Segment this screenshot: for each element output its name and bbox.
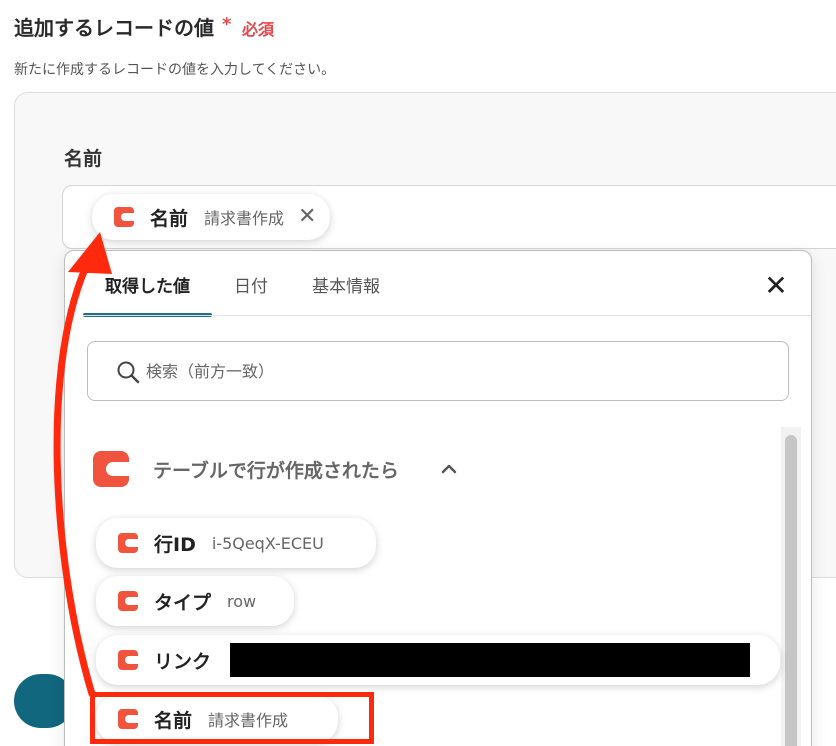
- tab-date[interactable]: 日付: [212, 251, 290, 317]
- chip-value: 請求書作成: [204, 209, 285, 228]
- chip-label: 名前: [150, 207, 189, 230]
- item-value: row: [227, 591, 257, 611]
- section-title: 追加するレコードの値: [14, 16, 214, 40]
- redacted-link-value: [230, 643, 750, 677]
- tab-basic-info[interactable]: 基本情報: [290, 251, 402, 317]
- close-icon[interactable]: ✕: [763, 272, 789, 300]
- highlight-box: [90, 692, 374, 744]
- item-label: リンク: [154, 650, 212, 673]
- item-label: 行ID: [154, 533, 196, 556]
- tab-retrieved-values[interactable]: 取得した値: [83, 251, 212, 317]
- search-input[interactable]: [146, 356, 766, 386]
- required-mark: *: [222, 14, 232, 35]
- section-description: 新たに作成するレコードの値を入力してください。: [14, 62, 336, 78]
- list-item[interactable]: タイプ row: [96, 576, 295, 626]
- coda-icon: [118, 650, 138, 670]
- tab-divider: [83, 315, 811, 316]
- coda-icon: [93, 451, 129, 487]
- search-box: [87, 341, 789, 401]
- list-item[interactable]: 行ID i-5QeqX-ECEU: [96, 518, 376, 568]
- field-label: 名前: [64, 148, 103, 170]
- coda-icon: [118, 533, 138, 553]
- coda-icon: [118, 591, 138, 611]
- group-label[interactable]: テーブルで行が作成されたら: [153, 456, 399, 483]
- search-icon: [117, 361, 140, 384]
- item-label: タイプ: [154, 591, 212, 614]
- item-value: i-5QeqX-ECEU: [211, 533, 324, 553]
- selected-value-chip[interactable]: 名前 請求書作成 ✕: [92, 194, 331, 240]
- coda-icon: [114, 207, 134, 227]
- required-label: 必須: [242, 20, 275, 39]
- scroll-thumb[interactable]: [785, 435, 797, 746]
- scrollbar[interactable]: [781, 427, 801, 746]
- chevron-up-icon[interactable]: [439, 459, 459, 479]
- tab-bar: 取得した値 日付 基本情報: [83, 251, 402, 317]
- close-icon[interactable]: ✕: [298, 206, 316, 228]
